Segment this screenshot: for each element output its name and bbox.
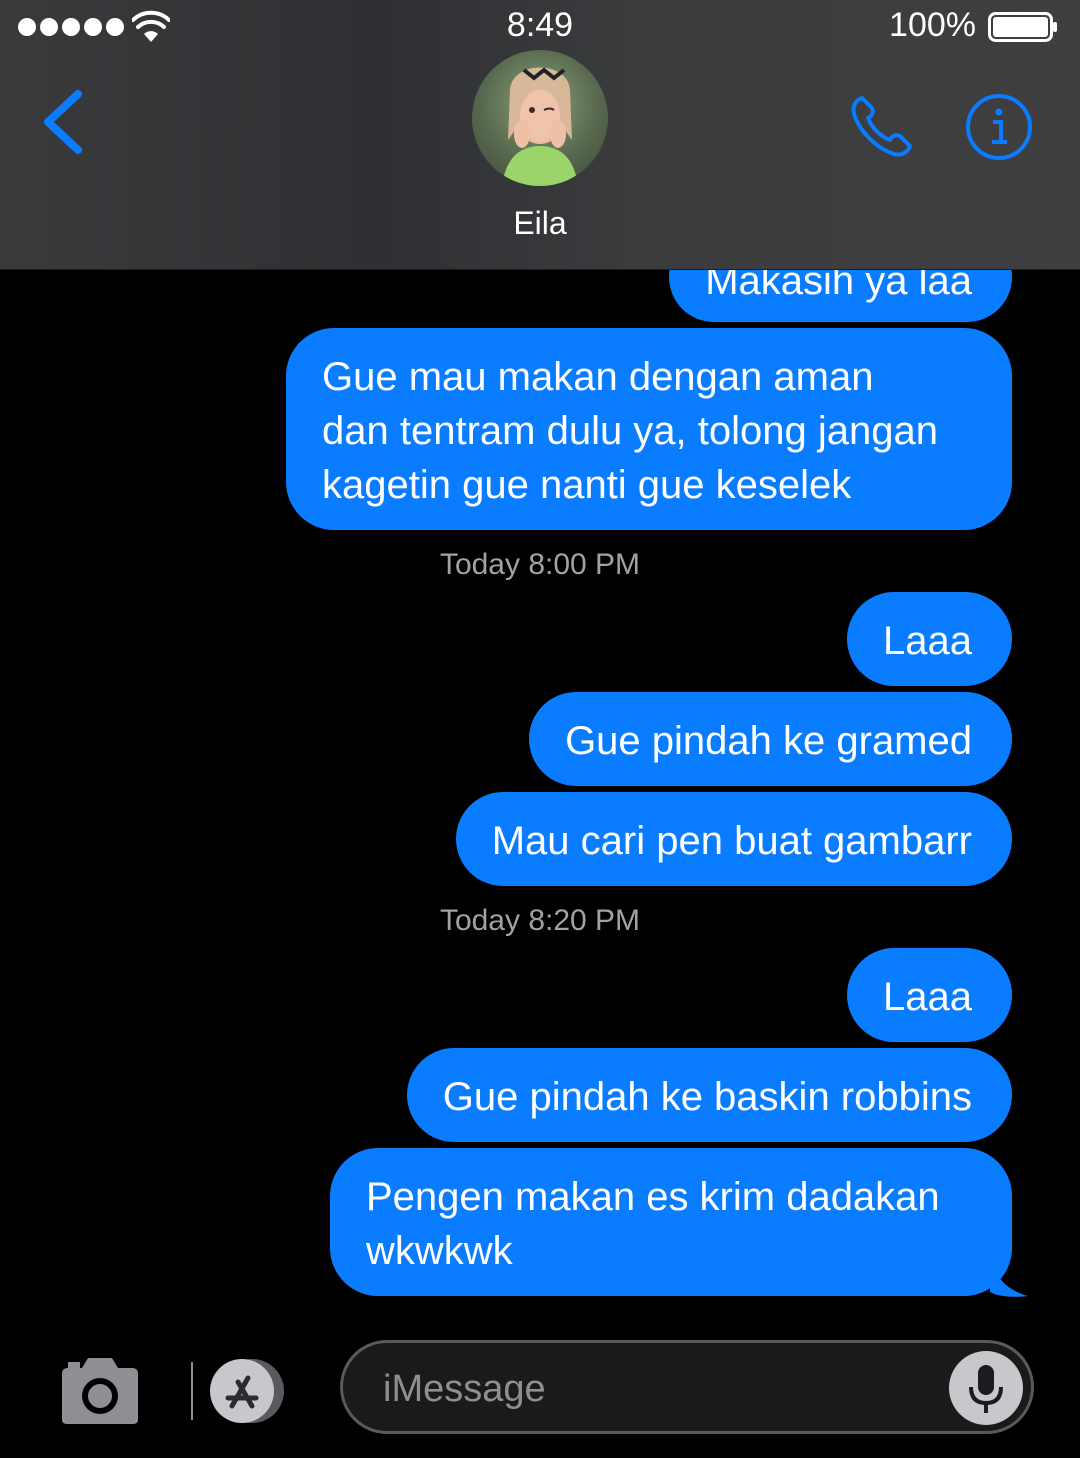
status-bar: 8:49 100% — [0, 0, 1080, 54]
message-bubble[interactable]: Gue pindah ke gramed — [529, 692, 1012, 786]
phone-icon[interactable] — [846, 92, 916, 162]
conversation-header: 8:49 100% Eila — [0, 0, 1080, 270]
messages-screen: Makasih ya laa Gue mau makan dengan aman… — [0, 0, 1080, 1458]
message-text-line: kagetin gue nanti gue keselek — [322, 463, 852, 507]
microphone-button[interactable] — [949, 1351, 1023, 1425]
message-bubble[interactable]: Laaa — [847, 948, 1012, 1042]
microphone-icon — [969, 1365, 1003, 1413]
imessage-input-container[interactable] — [340, 1340, 1034, 1434]
message-text: Mau cari pen buat gambarr — [491, 819, 972, 863]
app-store-icon[interactable] — [190, 1356, 300, 1426]
message-text: Laaa — [883, 975, 972, 1019]
contact-name[interactable]: Eila — [0, 205, 1080, 242]
battery-icon — [988, 12, 1057, 42]
contact-avatar[interactable] — [472, 50, 608, 186]
message-bubble[interactable]: Gue mau makan dengan aman dan tentram du… — [286, 328, 1012, 530]
timestamp: Today 8:00 PM — [439, 548, 641, 581]
message-text-line: wkwkwk — [366, 1229, 513, 1273]
message-bubble[interactable]: Gue pindah ke baskin robbins — [406, 1048, 1012, 1142]
info-icon[interactable] — [964, 92, 1034, 162]
camera-icon[interactable] — [58, 1356, 142, 1426]
timestamp: Today 8:20 PM — [439, 904, 641, 937]
message-text: Laaa — [883, 619, 972, 663]
message-text: Gue pindah ke gramed — [565, 719, 972, 763]
message-text: Gue pindah ke baskin robbins — [442, 1075, 972, 1119]
message-input[interactable] — [383, 1359, 923, 1419]
message-bubble[interactable]: Laaa — [847, 592, 1012, 686]
message-text-line: dan tentram dulu ya, tolong jangan — [322, 409, 938, 453]
message-text-line: Pengen makan es krim dadakan — [366, 1175, 940, 1219]
bubble-tail — [990, 1256, 1028, 1297]
battery-percentage: 100% — [889, 6, 976, 44]
back-chevron-icon[interactable] — [40, 90, 86, 154]
message-text-line: Gue mau makan dengan aman — [322, 355, 874, 399]
avatar-photo — [502, 67, 578, 186]
message-bubble[interactable]: Mau cari pen buat gambarr — [455, 792, 1012, 886]
message-bubble[interactable]: Pengen makan es krim dadakan wkwkwk — [330, 1148, 1012, 1296]
